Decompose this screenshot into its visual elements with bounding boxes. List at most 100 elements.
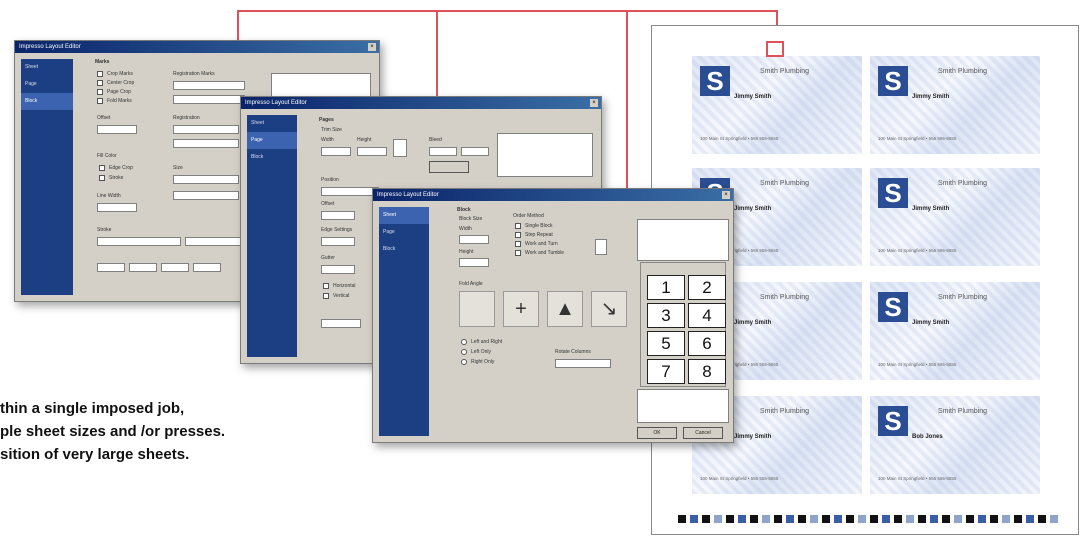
- color-bar: [678, 515, 1060, 523]
- sidebar-item-block[interactable]: Block: [21, 93, 73, 110]
- text-field[interactable]: [321, 237, 355, 246]
- checkbox[interactable]: [97, 71, 103, 77]
- text-field[interactable]: [193, 263, 221, 272]
- text-field[interactable]: [161, 263, 189, 272]
- preview-area: [497, 133, 593, 177]
- text-field[interactable]: [321, 265, 355, 274]
- text-field[interactable]: [321, 211, 355, 220]
- checkbox[interactable]: [515, 241, 521, 247]
- close-icon[interactable]: ×: [722, 191, 730, 199]
- radio-button[interactable]: [461, 349, 467, 355]
- position-button[interactable]: [429, 161, 469, 173]
- field-label: Size: [173, 165, 183, 171]
- text-field[interactable]: [429, 147, 457, 156]
- checkbox[interactable]: [323, 293, 329, 299]
- text-field[interactable]: [129, 263, 157, 272]
- field-label: Line Width: [97, 193, 121, 199]
- crosshair-tool-icon[interactable]: +: [503, 291, 539, 327]
- field-label: Height: [459, 249, 474, 255]
- text-field[interactable]: [97, 203, 137, 212]
- connector-center-line: [436, 10, 438, 105]
- checkbox[interactable]: [97, 98, 103, 104]
- color-swatch: [894, 515, 902, 523]
- company-name: Smith Plumbing: [938, 294, 988, 301]
- caption-line-1: thin a single imposed job,: [0, 400, 185, 417]
- field-label: Work and Turn: [525, 241, 558, 247]
- company-name: Smith Plumbing: [938, 408, 988, 415]
- color-swatch: [1026, 515, 1034, 523]
- text-field[interactable]: [173, 139, 239, 148]
- checkbox[interactable]: [323, 283, 329, 289]
- checkbox[interactable]: [99, 175, 105, 181]
- text-field[interactable]: [461, 147, 489, 156]
- page-icon: [393, 139, 407, 157]
- blank-tool[interactable]: [459, 291, 495, 327]
- color-swatch: [906, 515, 914, 523]
- text-field[interactable]: [459, 258, 489, 267]
- sidebar-item-block[interactable]: Block: [379, 241, 429, 258]
- card-address: 100 Main St Springfield • 555 555-5555: [878, 248, 957, 253]
- text-field[interactable]: [321, 147, 351, 156]
- grid-cell[interactable]: 7: [647, 359, 685, 384]
- grid-cell[interactable]: 4: [688, 303, 726, 328]
- field-label: Offset: [97, 115, 111, 121]
- sidebar-item-page[interactable]: Page: [379, 224, 429, 241]
- color-swatch: [930, 515, 938, 523]
- sidebar-item-sheet[interactable]: Sheet: [21, 59, 73, 76]
- sidebar-item-sheet[interactable]: Sheet: [379, 207, 429, 224]
- checkbox[interactable]: [515, 250, 521, 256]
- grid-cell[interactable]: 1: [647, 275, 685, 300]
- pen-tool-icon[interactable]: ▲: [547, 291, 583, 327]
- cancel-button[interactable]: Cancel: [683, 427, 723, 439]
- checkbox[interactable]: [99, 165, 105, 171]
- sidebar-item-page[interactable]: Page: [247, 132, 297, 149]
- text-field[interactable]: [321, 319, 361, 328]
- text-field[interactable]: [555, 359, 611, 368]
- business-card: S Smith Plumbing Jimmy Smith 100 Main St…: [870, 168, 1040, 266]
- radio-button[interactable]: [461, 339, 467, 345]
- company-logo: S: [878, 292, 908, 322]
- checkbox[interactable]: [97, 89, 103, 95]
- grid-cell[interactable]: 2: [688, 275, 726, 300]
- text-field[interactable]: [459, 235, 489, 244]
- sidebar-item-block[interactable]: Block: [247, 149, 297, 166]
- checkbox[interactable]: [97, 80, 103, 86]
- color-swatch: [1038, 515, 1046, 523]
- select-field[interactable]: [97, 237, 181, 246]
- text-field[interactable]: [357, 147, 387, 156]
- highlight-box: [766, 41, 784, 57]
- field-label: Pages: [319, 117, 334, 123]
- checkbox[interactable]: [515, 223, 521, 229]
- text-field[interactable]: [97, 263, 125, 272]
- select-field[interactable]: [185, 237, 245, 246]
- company-name: Smith Plumbing: [938, 180, 988, 187]
- close-icon[interactable]: ×: [368, 43, 376, 51]
- grid-cell[interactable]: 5: [647, 331, 685, 356]
- field-label: Right Only: [471, 359, 495, 365]
- sidebar-item-sheet[interactable]: Sheet: [247, 115, 297, 132]
- text-field[interactable]: [173, 81, 245, 90]
- grid-cell[interactable]: 3: [647, 303, 685, 328]
- color-swatch: [750, 515, 758, 523]
- checkbox[interactable]: [515, 232, 521, 238]
- caption-line-3: sition of very large sheets.: [0, 446, 190, 463]
- color-swatch: [918, 515, 926, 523]
- color-swatch: [678, 515, 686, 523]
- text-field[interactable]: [173, 191, 239, 200]
- radio-button[interactable]: [461, 359, 467, 365]
- color-swatch: [822, 515, 830, 523]
- company-logo: S: [878, 178, 908, 208]
- select-field[interactable]: [321, 187, 379, 196]
- grid-cell[interactable]: 8: [688, 359, 726, 384]
- text-field[interactable]: [97, 125, 137, 134]
- close-icon[interactable]: ×: [590, 99, 598, 107]
- text-field[interactable]: [173, 95, 245, 104]
- ok-button[interactable]: OK: [637, 427, 677, 439]
- sidebar-item-page[interactable]: Page: [21, 76, 73, 93]
- text-field[interactable]: [173, 125, 239, 134]
- angle-tool-icon[interactable]: ↘: [591, 291, 627, 327]
- text-field[interactable]: [173, 175, 239, 184]
- grid-cell[interactable]: 6: [688, 331, 726, 356]
- company-name: Smith Plumbing: [760, 68, 810, 75]
- person-name: Jimmy Smith: [734, 94, 772, 100]
